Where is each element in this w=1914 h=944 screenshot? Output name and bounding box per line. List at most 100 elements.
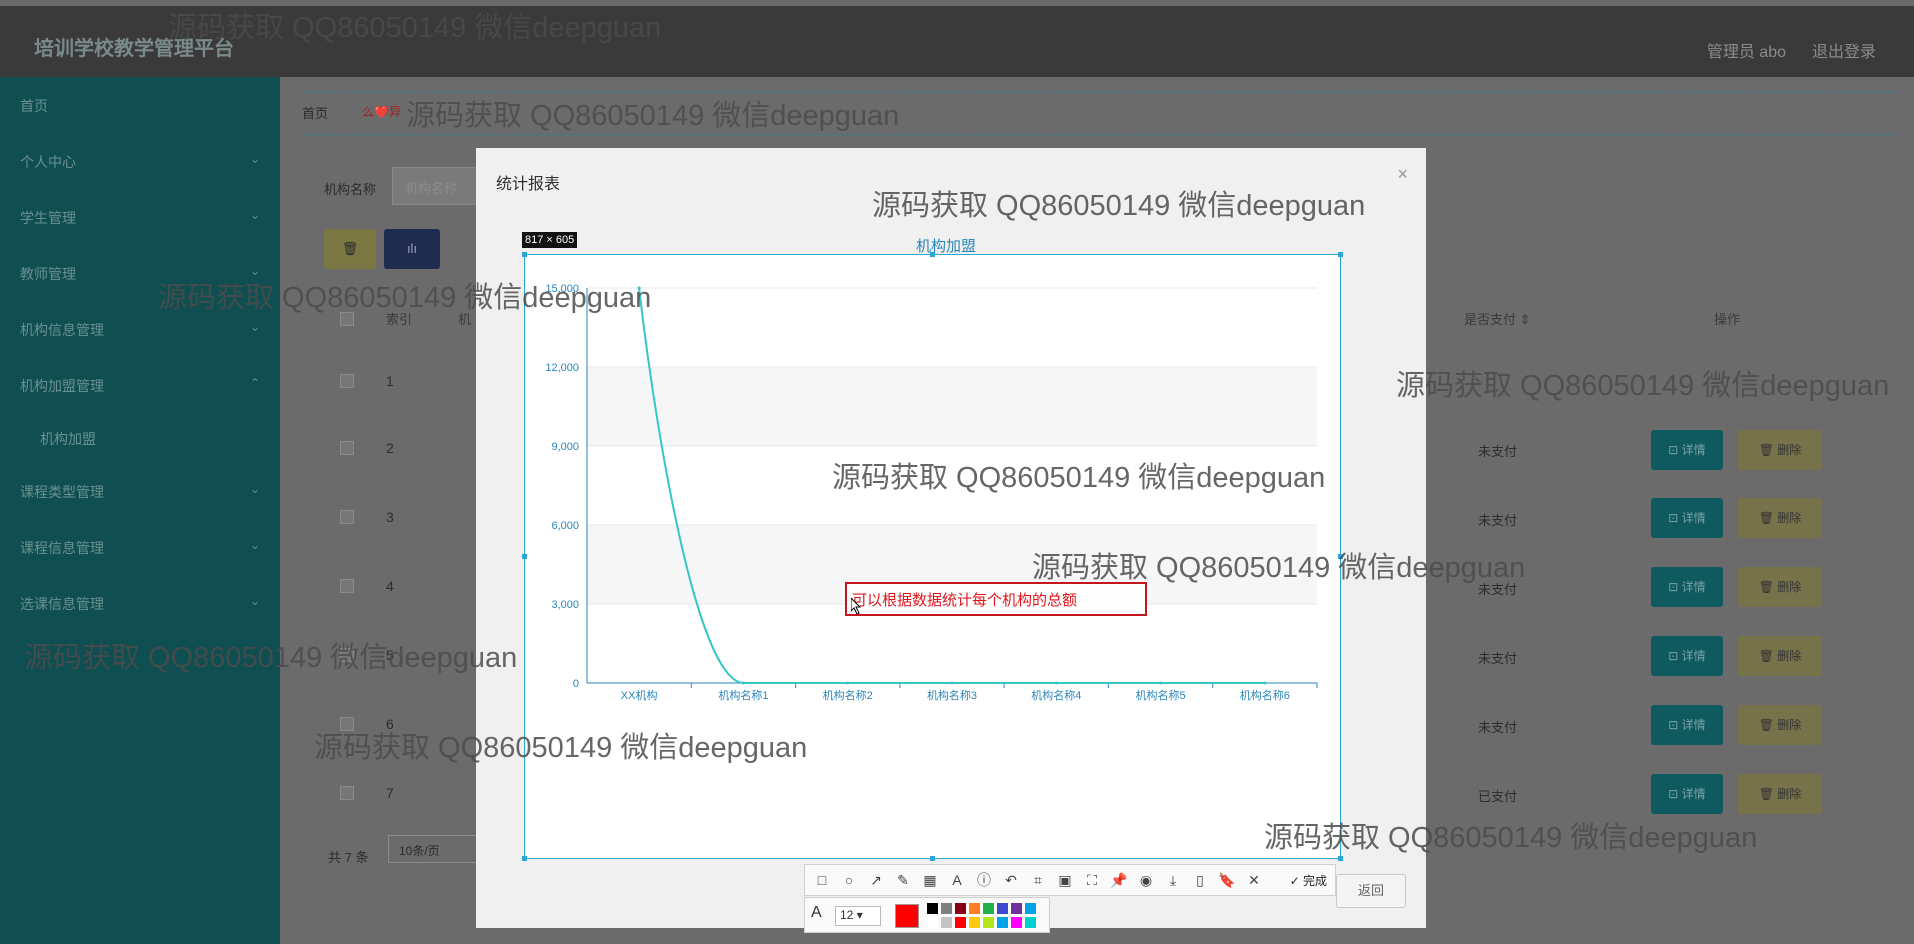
resize-handle[interactable] [522,554,527,559]
sidebar-item-institutions[interactable]: 机构信息管理 ⌄ [20,320,260,340]
scan-icon[interactable]: ⛶ [1083,871,1101,889]
sidebar-item-courses[interactable]: 课程信息管理 ⌄ [20,538,260,558]
close-icon[interactable]: × [1397,164,1408,185]
sidebar-item-franchise[interactable]: 机构加盟管理 ⌃ [20,376,260,396]
record-icon[interactable]: ◉ [1137,871,1155,889]
batch-delete-button[interactable]: 🗑 [324,229,376,269]
ocr-icon[interactable]: ▣ [1056,871,1074,889]
color-swatch[interactable] [1011,903,1022,914]
detail-button[interactable]: ⊡ 详情 [1651,498,1723,538]
watermark-text: 源码获取 QQ86050149 微信deepguan [24,642,518,674]
resize-handle[interactable] [522,252,527,257]
phone-icon[interactable]: ▯ [1191,871,1209,889]
current-color-swatch[interactable] [895,904,919,928]
detail-button[interactable]: ⊡ 详情 [1651,430,1723,470]
sidebar-item-students[interactable]: 学生管理 ⌄ [20,208,260,228]
resize-handle[interactable] [930,856,935,861]
color-swatch[interactable] [1011,917,1022,928]
y-tick-label: 6,000 [551,520,579,532]
row-checkbox[interactable] [340,374,354,388]
delete-button[interactable]: 🗑 删除 [1738,567,1822,607]
rect-icon[interactable]: □ [813,871,831,889]
watermark-text: 源码获取 QQ86050149 微信deepguan [832,462,1326,494]
detail-button[interactable]: ⊡ 详情 [1651,705,1723,745]
pen-icon[interactable]: ✎ [894,871,912,889]
back-button[interactable]: 返回 [1336,874,1406,908]
chart-button[interactable]: ılı [384,229,440,269]
color-swatch[interactable] [955,917,966,928]
crop-icon[interactable]: ⌗ [1029,871,1047,889]
circle-icon[interactable]: ○ [840,871,858,889]
screenshot-toolbar: ✓ 完成 □ ○ ↗ ✎ ▦ Aⓘ ↶ ⌗ ▣ ⛶ 📌 ◉ ⤓ ▯ 🔖 ✕ [804,864,1336,896]
current-user-label[interactable]: 管理员 abo [1707,38,1786,62]
y-tick-label: 0 [573,678,579,690]
sidebar-item-home[interactable]: 首页 [20,96,260,116]
column-header-paid[interactable]: 是否支付 ⇕ [1464,309,1531,328]
color-swatch[interactable] [983,903,994,914]
watermark-text: 源码获取 QQ86050149 微信deepguan [158,282,652,314]
delete-button[interactable]: 🗑 删除 [1738,498,1822,538]
font-size-select[interactable]: 12 ▾ [835,906,881,926]
institution-name-input[interactable]: 机构名称 [392,167,488,205]
resize-handle[interactable] [1338,856,1343,861]
sidebar-item-profile[interactable]: 个人中心 ⌄ [20,152,260,172]
font-size-icon: A [811,904,822,921]
row-index: 2 [386,440,394,456]
color-swatch[interactable] [983,917,994,928]
color-swatch[interactable] [927,903,938,914]
arrow-icon[interactable]: ↗ [867,871,885,889]
sidebar-item-label: 机构加盟 [40,431,96,447]
color-swatch[interactable] [1025,917,1036,928]
color-swatch[interactable] [1025,903,1036,914]
sidebar-item-course-types[interactable]: 课程类型管理 ⌄ [20,482,260,502]
resize-handle[interactable] [1338,252,1343,257]
color-swatch[interactable] [941,917,952,928]
sidebar-subitem-franchise[interactable]: 机构加盟 [40,429,280,449]
chevron-up-icon: ⌃ [249,376,260,390]
color-swatch[interactable] [927,917,938,928]
row-checkbox[interactable] [340,441,354,455]
save-icon[interactable]: ⤓ [1164,871,1182,889]
color-swatch[interactable] [969,917,980,928]
undo-icon[interactable]: ↶ [1002,871,1020,889]
detail-button[interactable]: ⊡ 详情 [1651,567,1723,607]
data-point [741,681,745,685]
resize-handle[interactable] [930,252,935,257]
color-swatch[interactable] [955,903,966,914]
annotation-text[interactable]: 可以根据数据统计每个机构的总额 [852,589,1077,610]
done-button[interactable]: ✓ 完成 [1290,872,1327,889]
row-checkbox[interactable] [340,786,354,800]
color-swatch[interactable] [969,903,980,914]
row-paid-status: 未支付 [1478,720,1518,735]
logout-link[interactable]: 退出登录 [1812,38,1876,62]
color-swatch[interactable] [997,917,1008,928]
page-size-select[interactable]: 10条/页 [388,835,478,863]
detail-button[interactable]: ⊡ 详情 [1651,636,1723,676]
y-tick-label: 9,000 [551,441,579,453]
sidebar-item-label: 课程类型管理 [20,484,104,500]
resize-handle[interactable] [522,856,527,861]
chevron-down-icon: ⌄ [249,538,260,552]
row-paid-status: 未支付 [1478,513,1518,528]
delete-button[interactable]: 🗑 删除 [1738,636,1822,676]
delete-button[interactable]: 🗑 删除 [1738,430,1822,470]
bookmark-icon[interactable]: 🔖 [1218,871,1236,889]
text-icon[interactable]: A [948,871,966,889]
detail-button[interactable]: ⊡ 详情 [1651,774,1723,814]
row-checkbox[interactable] [340,510,354,524]
watermark-text: 源码获取 QQ86050149 微信deepguan [1264,822,1758,854]
data-point [1263,681,1267,685]
delete-button[interactable]: 🗑 删除 [1738,705,1822,745]
row-checkbox[interactable] [340,579,354,593]
number-icon[interactable]: ⓘ [975,871,993,889]
pin-icon[interactable]: 📌 [1110,871,1128,889]
x-tick-label: 机构名称3 [927,688,977,702]
color-swatch[interactable] [941,903,952,914]
mosaic-icon[interactable]: ▦ [921,871,939,889]
sidebar-item-enrollment[interactable]: 选课信息管理 ⌄ [20,594,260,614]
delete-button[interactable]: 🗑 删除 [1738,774,1822,814]
close-icon[interactable]: ✕ [1245,871,1263,889]
row-index: 4 [386,578,394,594]
breadcrumb-home[interactable]: 首页 [302,103,328,122]
color-swatch[interactable] [997,903,1008,914]
